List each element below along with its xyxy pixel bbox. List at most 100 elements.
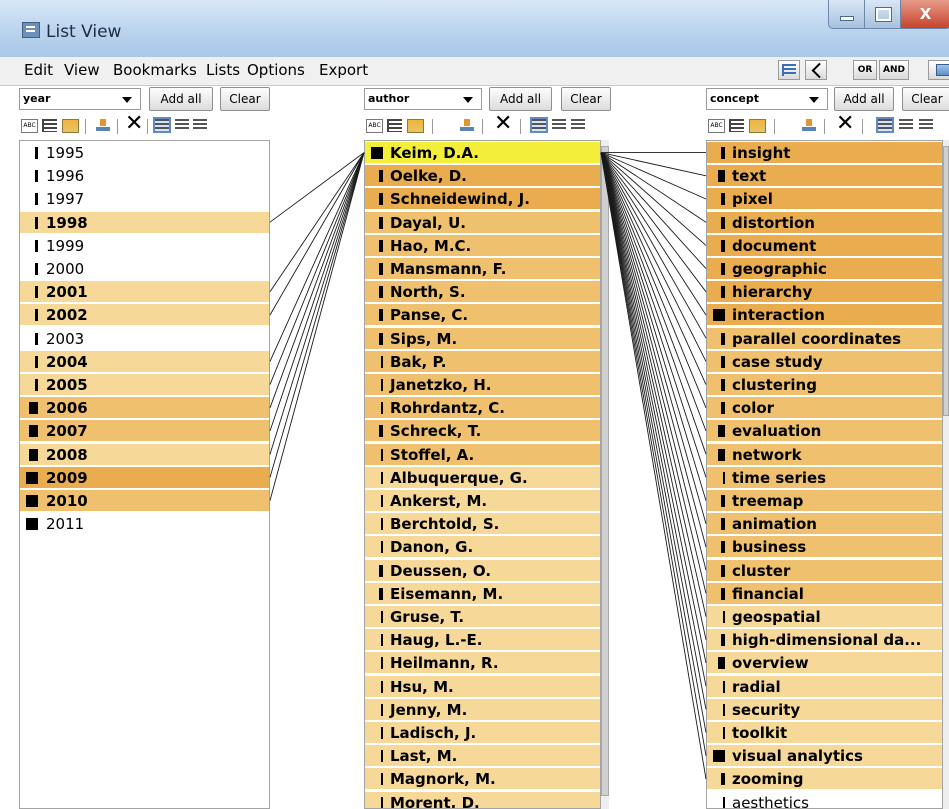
link-mode-button[interactable] <box>805 60 827 80</box>
author-list-item[interactable]: Mansmann, F. <box>365 258 600 280</box>
concept-list-item[interactable]: geographic <box>707 258 942 280</box>
author-list-item[interactable]: Keim, D.A. <box>365 142 600 164</box>
align-right-icon[interactable] <box>919 119 933 131</box>
menu-edit[interactable]: Edit <box>24 61 53 79</box>
sort-by-count-icon[interactable] <box>802 119 816 132</box>
concept-list-item[interactable]: geospatial <box>707 606 942 628</box>
concept-list-item[interactable]: overview <box>707 652 942 675</box>
concept-list-item[interactable]: security <box>707 698 942 721</box>
author-list-item[interactable]: Hsu, M. <box>365 675 600 698</box>
author-list-item[interactable]: Morent, D. <box>365 791 600 808</box>
align-left-icon[interactable] <box>876 117 894 133</box>
year-list-item[interactable]: 2010 <box>20 490 269 512</box>
author-scroll-thumb[interactable] <box>601 146 609 796</box>
year-list-item[interactable]: 2001 <box>20 281 269 304</box>
title-bar[interactable]: List View X <box>0 0 949 58</box>
year-list-item[interactable]: 1996 <box>20 165 269 188</box>
author-list-item[interactable]: Rohrdantz, C. <box>365 397 600 420</box>
author-list-item[interactable]: Panse, C. <box>365 304 600 327</box>
author-list-item[interactable]: Sips, M. <box>365 327 600 350</box>
maximize-button[interactable] <box>864 0 902 29</box>
author-list-item[interactable]: Danon, G. <box>365 536 600 559</box>
concept-list-item[interactable]: case study <box>707 350 942 373</box>
sort-by-count-icon[interactable] <box>96 119 110 132</box>
concept-dropdown[interactable]: concept <box>706 88 828 110</box>
author-list-item[interactable]: Oelke, D. <box>365 165 600 188</box>
author-dropdown[interactable]: author <box>364 88 482 110</box>
author-list-item[interactable]: Janetzko, H. <box>365 374 600 396</box>
author-list-item[interactable]: Ankerst, M. <box>365 490 600 512</box>
sort-alphabetical-icon[interactable]: ABC <box>21 119 38 133</box>
year-list-item[interactable]: 2008 <box>20 443 269 466</box>
concept-list-item[interactable]: color <box>707 397 942 420</box>
concept-clear-button[interactable]: Clear <box>902 87 949 111</box>
or-button[interactable]: OR <box>853 60 877 80</box>
tree-view-icon[interactable] <box>387 119 402 132</box>
menu-bookmarks[interactable]: Bookmarks <box>113 61 197 79</box>
year-list-item[interactable]: 2004 <box>20 350 269 373</box>
concept-scrollbar[interactable] <box>943 140 949 809</box>
concept-list-item[interactable]: zooming <box>707 768 942 791</box>
concept-list-item[interactable]: interaction <box>707 304 942 327</box>
author-list-item[interactable]: Jenny, M. <box>365 698 600 721</box>
author-list-item[interactable]: Albuquerque, G. <box>365 466 600 489</box>
author-list-item[interactable]: Hao, M.C. <box>365 234 600 257</box>
year-list-item[interactable]: 2000 <box>20 258 269 280</box>
author-list-item[interactable]: Deussen, O. <box>365 559 600 582</box>
export-image-button[interactable] <box>928 60 949 80</box>
year-list-item[interactable]: 2005 <box>20 374 269 396</box>
concept-list-item[interactable]: toolkit <box>707 722 942 744</box>
year-list-item[interactable]: 1997 <box>20 188 269 211</box>
concept-list-item[interactable]: financial <box>707 582 942 605</box>
concept-list-item[interactable]: business <box>707 536 942 559</box>
author-list-item[interactable]: Magnork, M. <box>365 768 600 791</box>
concept-list-item[interactable]: network <box>707 443 942 466</box>
author-list-item[interactable]: Eisemann, M. <box>365 582 600 605</box>
concept-list-item[interactable]: parallel coordinates <box>707 327 942 350</box>
align-left-icon[interactable] <box>530 117 548 133</box>
concept-list-item[interactable]: treemap <box>707 490 942 512</box>
menu-view[interactable]: View <box>64 61 100 79</box>
tree-view-icon[interactable] <box>42 119 57 132</box>
author-list-item[interactable]: Haug, L.-E. <box>365 629 600 652</box>
author-list-item[interactable]: Stoffel, A. <box>365 443 600 466</box>
sort-alphabetical-icon[interactable]: ABC <box>708 119 725 133</box>
minimize-button[interactable] <box>828 0 866 29</box>
author-list-item[interactable]: Berchtold, S. <box>365 513 600 536</box>
menu-export[interactable]: Export <box>319 61 368 79</box>
bar-view-icon[interactable] <box>407 119 424 133</box>
concept-list-item[interactable]: evaluation <box>707 420 942 443</box>
concept-list-item[interactable]: animation <box>707 513 942 536</box>
concept-list-item[interactable]: distortion <box>707 211 942 234</box>
concept-list-item[interactable]: hierarchy <box>707 281 942 304</box>
bar-view-icon[interactable] <box>749 119 766 133</box>
year-list-item[interactable]: 1999 <box>20 235 269 257</box>
author-list-item[interactable]: Dayal, U. <box>365 211 600 234</box>
menu-options[interactable]: Options <box>247 61 305 79</box>
year-list-item[interactable]: 2006 <box>20 397 269 420</box>
concept-list-item[interactable]: high-dimensional da... <box>707 629 942 652</box>
align-right-icon[interactable] <box>193 119 207 131</box>
author-list[interactable]: Keim, D.A. Oelke, D. Schneidewind, J. Dayal… <box>364 140 601 809</box>
align-right-icon[interactable] <box>571 119 585 131</box>
author-list-item[interactable]: Schneidewind, J. <box>365 188 600 211</box>
concept-list-item[interactable]: aesthetics <box>707 792 942 808</box>
concept-list-item[interactable]: clustering <box>707 374 942 396</box>
author-scrollbar[interactable] <box>601 140 609 809</box>
author-list-item[interactable]: Heilmann, R. <box>365 652 600 675</box>
concept-list-item[interactable]: radial <box>707 675 942 698</box>
concept-list-item[interactable]: text <box>707 165 942 188</box>
remove-icon[interactable]: ✕ <box>125 112 143 136</box>
year-list-item[interactable]: 1995 <box>20 142 269 164</box>
year-list-item[interactable]: 2002 <box>20 304 269 327</box>
and-button[interactable]: AND <box>879 60 909 80</box>
year-add-all-button[interactable]: Add all <box>149 87 213 111</box>
menu-lists[interactable]: Lists <box>206 61 240 79</box>
align-center-icon[interactable] <box>899 119 913 131</box>
align-center-icon[interactable] <box>175 119 189 131</box>
author-list-item[interactable]: Ladisch, J. <box>365 722 600 744</box>
close-button[interactable]: X <box>900 0 949 29</box>
year-list-item[interactable]: 1998 <box>20 211 269 234</box>
tree-layout-button[interactable] <box>778 60 800 80</box>
author-clear-button[interactable]: Clear <box>561 87 611 111</box>
